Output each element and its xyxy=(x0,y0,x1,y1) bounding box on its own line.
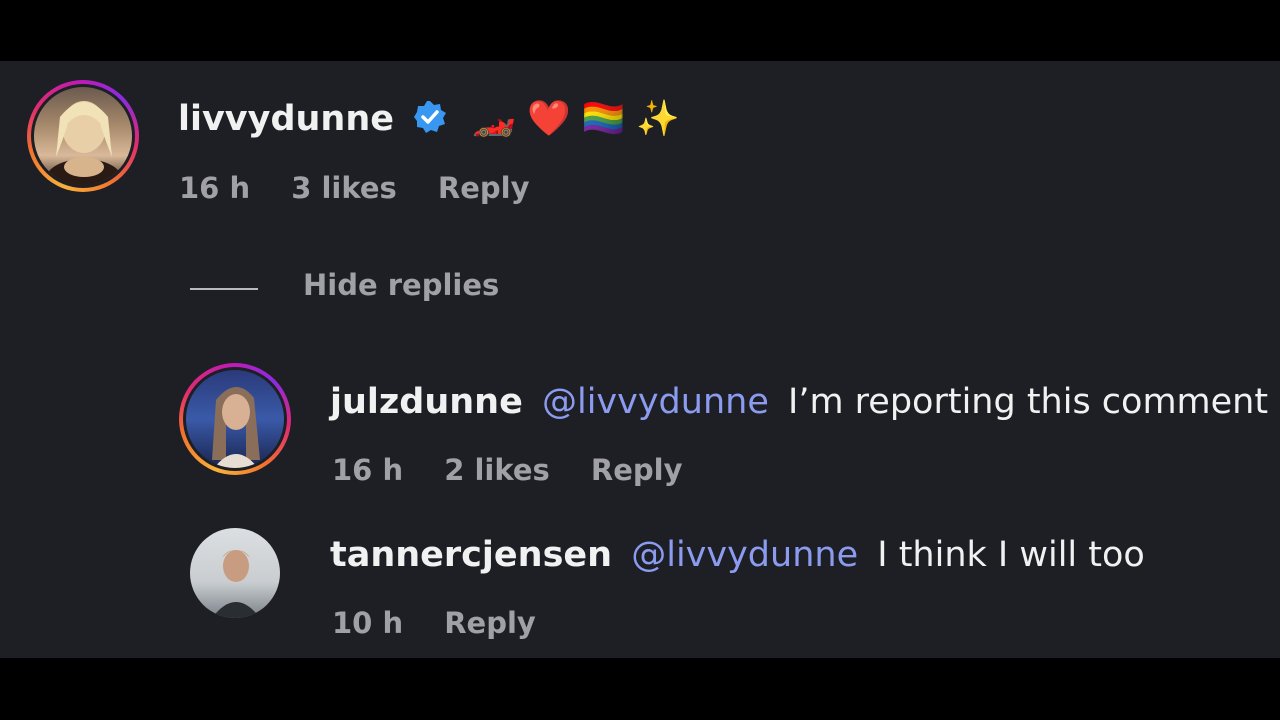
verified-badge-icon xyxy=(413,100,447,143)
comments-panel: livvydunne 🏎️ ❤️ 🏳️‍🌈 ✨ 16 h 3 likes Rep… xyxy=(0,61,1280,658)
reply-time: 16 h xyxy=(332,453,404,487)
reply-meta: 10 h Reply xyxy=(332,606,536,640)
comment-time: 16 h xyxy=(179,171,251,205)
avatar-photo-icon xyxy=(212,386,260,468)
avatar-photo-icon xyxy=(212,550,260,618)
reply-text: I’m reporting this comment xyxy=(788,382,1269,422)
reply-button[interactable]: Reply xyxy=(591,453,683,487)
reply-meta: 16 h 2 likes Reply xyxy=(332,453,683,487)
comment-username[interactable]: livvydunne xyxy=(178,99,394,139)
avatar-livvydunne[interactable] xyxy=(27,80,139,192)
reply-button[interactable]: Reply xyxy=(438,171,530,205)
comment-text: 🏎️ ❤️ 🏳️‍🌈 ✨ xyxy=(472,99,680,139)
comment-header: livvydunne 🏎️ ❤️ 🏳️‍🌈 ✨ xyxy=(178,99,680,143)
reply-mention[interactable]: @livvydunne xyxy=(631,535,858,575)
hide-replies-divider xyxy=(190,288,258,290)
avatar-tannercjensen[interactable] xyxy=(190,528,280,618)
reply-username[interactable]: julzdunne xyxy=(330,382,523,422)
reply-username[interactable]: tannercjensen xyxy=(330,535,612,575)
comment-likes[interactable]: 3 likes xyxy=(291,171,397,205)
avatar-julzdunne[interactable] xyxy=(179,363,291,475)
reply-header: tannercjensen @livvydunne I think I will… xyxy=(330,535,1145,575)
reply-likes[interactable]: 2 likes xyxy=(444,453,550,487)
comment-meta: 16 h 3 likes Reply xyxy=(179,171,530,205)
reply-button[interactable]: Reply xyxy=(444,606,536,640)
reply-time: 10 h xyxy=(332,606,404,640)
reply-text: I think I will too xyxy=(877,535,1145,575)
reply-header: julzdunne @livvydunne I’m reporting this… xyxy=(330,382,1268,422)
reply-mention[interactable]: @livvydunne xyxy=(542,382,769,422)
avatar-photo-icon xyxy=(46,101,122,185)
hide-replies-button[interactable]: Hide replies xyxy=(303,268,499,302)
